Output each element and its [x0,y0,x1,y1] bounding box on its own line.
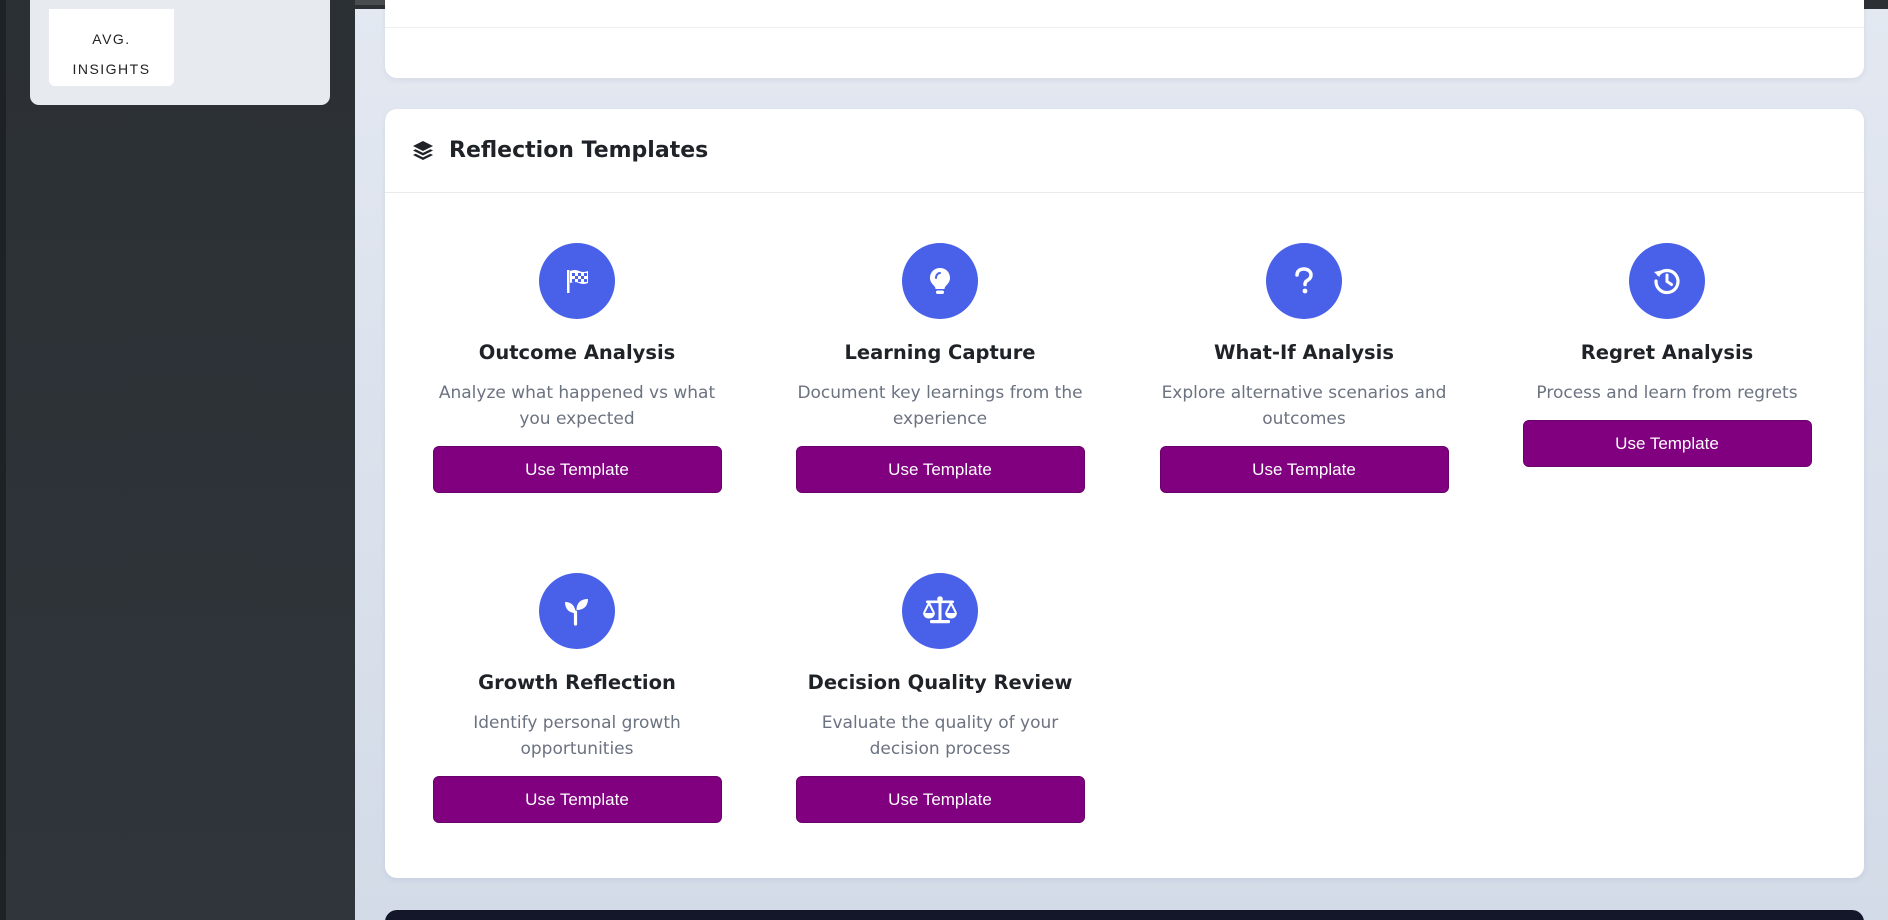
sidebar: AVG. INSIGHTS [6,0,355,920]
template-title: Growth Reflection [478,671,676,694]
next-section-card [385,910,1864,920]
section-title: Reflection Templates [449,138,709,163]
main-content: Reflection Templates Outcome Analysis An… [355,0,1888,920]
use-template-button[interactable]: Use Template [432,776,722,823]
stats-panel: AVG. INSIGHTS [30,0,330,105]
template-title: Outcome Analysis [478,341,676,364]
history-icon [1629,243,1705,319]
template-description: Analyze what happened vs what you expect… [438,383,716,429]
template-decision-quality-review: Decision Quality Review Evaluate the qua… [795,573,1085,823]
template-description: Process and learn from regrets [1536,383,1798,403]
flag-checkered-icon [539,243,615,319]
stat-card-avg-insights: AVG. INSIGHTS [49,9,174,86]
reflection-templates-card: Reflection Templates Outcome Analysis An… [385,109,1864,878]
template-title: Learning Capture [844,341,1036,364]
template-growth-reflection: Growth Reflection Identify personal grow… [432,573,722,823]
use-template-button[interactable]: Use Template [432,446,722,493]
divider [385,27,1864,28]
template-what-if-analysis: What-If Analysis Explore alternative sce… [1159,243,1449,493]
balance-scale-icon [902,573,978,649]
template-title: What-If Analysis [1214,341,1394,364]
template-description: Identify personal growth opportunities [473,713,681,759]
seedling-icon [539,573,615,649]
stat-label: AVG. INSIGHTS [72,31,151,77]
template-outcome-analysis: Outcome Analysis Analyze what happened v… [432,243,722,493]
previous-card [385,0,1864,78]
question-icon [1266,243,1342,319]
template-title: Decision Quality Review [807,671,1073,694]
use-template-button[interactable]: Use Template [1522,420,1812,467]
card-header: Reflection Templates [385,109,1864,193]
template-title: Regret Analysis [1580,341,1754,364]
lightbulb-icon [902,243,978,319]
use-template-button[interactable]: Use Template [795,446,1085,493]
template-description: Evaluate the quality of your decision pr… [821,713,1059,759]
use-template-button[interactable]: Use Template [1159,446,1449,493]
layer-group-icon [411,139,435,163]
template-description: Explore alternative scenarios and outcom… [1161,383,1447,429]
template-regret-analysis: Regret Analysis Process and learn from r… [1522,243,1812,467]
use-template-button[interactable]: Use Template [795,776,1085,823]
template-learning-capture: Learning Capture Document key learnings … [795,243,1085,493]
template-description: Document key learnings from the experien… [797,383,1083,429]
